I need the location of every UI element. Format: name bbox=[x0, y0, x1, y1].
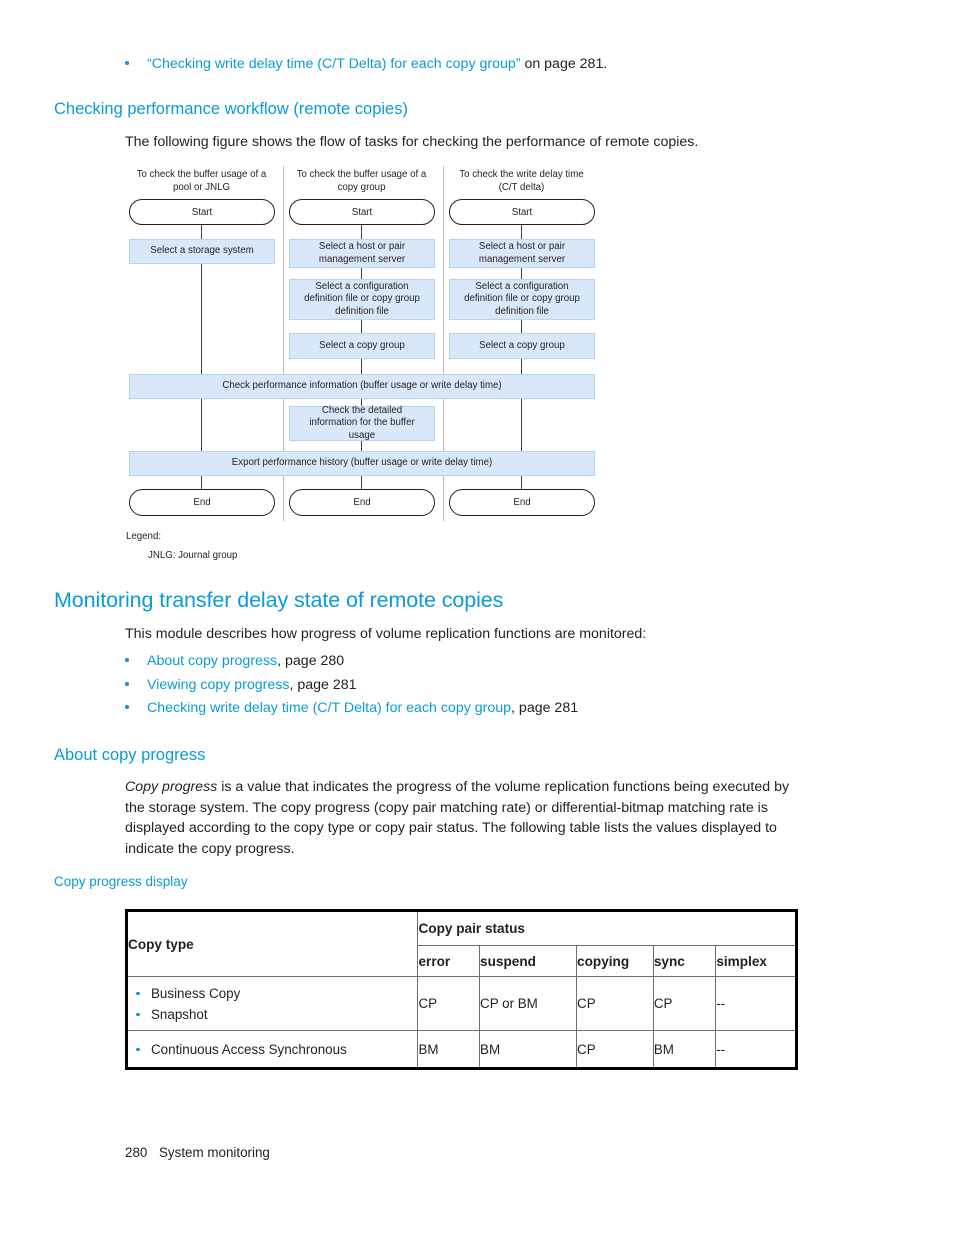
copy-progress-description: is a value that indicates the progress o… bbox=[125, 779, 790, 857]
flowchart-connector-col1-f bbox=[201, 476, 203, 489]
flowchart-step-col1-select-storage-system: Select a storage system bbox=[129, 239, 275, 264]
list-item: Snapshot bbox=[128, 1004, 417, 1025]
copy-progress-display-table: Copy type Copy pair status error suspend… bbox=[124, 909, 798, 1070]
cross-reference-suffix: on page 281. bbox=[520, 56, 608, 72]
link-checking-write-delay[interactable]: “Checking write delay time (C/T Delta) f… bbox=[147, 56, 521, 72]
table-row: Business Copy Snapshot CP CP or BM CP CP… bbox=[124, 976, 798, 1031]
link-page-suffix: , page 281 bbox=[511, 700, 579, 716]
link-about-copy-progress[interactable]: About copy progress bbox=[147, 653, 277, 669]
cross-reference-bullet: “Checking write delay time (C/T Delta) f… bbox=[125, 54, 607, 75]
flowchart-connector-col2-g bbox=[361, 476, 363, 489]
flowchart-column-3-title: To check the write delay time (C/T delta… bbox=[459, 169, 584, 193]
list-item: Continuous Access Synchronous bbox=[128, 1039, 417, 1060]
footer-page-number: 280 bbox=[125, 1145, 148, 1160]
copy-progress-term: Copy progress bbox=[125, 779, 218, 795]
table-subheader-error: error bbox=[417, 945, 481, 977]
flowchart-wide-bar-export-history: Export performance history (buffer usage… bbox=[129, 451, 595, 476]
flowchart-step-col2-check-detailed-info: Check the detailed information for the b… bbox=[289, 405, 435, 441]
flowchart-connector-col1-long bbox=[201, 264, 203, 374]
flowchart-connector-col2-f bbox=[361, 441, 363, 451]
flowchart-connector-col3-a bbox=[521, 225, 523, 239]
bullet-dot-icon bbox=[125, 705, 129, 709]
table-cell-sync: CP bbox=[652, 976, 717, 1031]
table-header-copy-type: Copy type bbox=[124, 909, 419, 977]
flowchart-connector-col2-a bbox=[361, 225, 363, 239]
page-footer: 280 System monitoring bbox=[125, 1145, 270, 1160]
flowchart-step-col2-select-config-file: Select a configuration definition file o… bbox=[289, 279, 435, 320]
table-cell-simplex: -- bbox=[715, 1030, 798, 1070]
table-cell-error: CP bbox=[417, 976, 481, 1031]
flowchart-step-col3-select-config-file: Select a configuration definition file o… bbox=[449, 279, 595, 320]
flowchart-step-col3-select-copy-group: Select a copy group bbox=[449, 333, 595, 359]
table-cell-suspend: CP or BM bbox=[479, 976, 578, 1031]
link-page-suffix: , page 281 bbox=[289, 677, 357, 693]
flowchart-connector-col2-d bbox=[361, 359, 363, 374]
table-subheader-simplex: simplex bbox=[715, 945, 798, 977]
table-caption-copy-progress-display: Copy progress display bbox=[54, 874, 188, 889]
flowchart-start-col3: Start bbox=[449, 199, 595, 225]
table-cell-error: BM bbox=[417, 1030, 481, 1070]
table-cell-copying: CP bbox=[576, 976, 654, 1031]
table-cell-suspend: BM bbox=[479, 1030, 578, 1070]
flowchart-connector-col3-d bbox=[521, 359, 523, 374]
flowchart-connector-col3-f bbox=[521, 476, 523, 489]
table-cell-copy-type-group-1: Business Copy Snapshot bbox=[124, 976, 419, 1031]
monitoring-link-bullet-1: About copy progress, page 280 bbox=[125, 651, 344, 672]
link-viewing-copy-progress[interactable]: Viewing copy progress bbox=[147, 677, 289, 693]
about-copy-progress-paragraph: Copy progress is a value that indicates … bbox=[125, 777, 801, 859]
flowchart-connector-col3-c bbox=[521, 320, 523, 333]
table-header-copy-pair-status: Copy pair status bbox=[417, 909, 798, 946]
flowchart-wide-bar-check-performance: Check performance information (buffer us… bbox=[129, 374, 595, 399]
table-subheader-sync: sync bbox=[652, 945, 717, 977]
table-cell-copying: CP bbox=[576, 1030, 654, 1070]
heading-checking-performance-workflow: Checking performance workflow (remote co… bbox=[54, 100, 408, 118]
document-page: “Checking write delay time (C/T Delta) f… bbox=[0, 0, 954, 1235]
monitoring-link-bullet-3: Checking write delay time (C/T Delta) fo… bbox=[125, 698, 578, 719]
list-item: Business Copy bbox=[128, 983, 417, 1004]
table-row: Continuous Access Synchronous BM BM CP B… bbox=[124, 1030, 798, 1070]
bullet-dot-icon bbox=[125, 61, 129, 65]
flowchart-connector-col2-b bbox=[361, 268, 363, 279]
bullet-dot-icon bbox=[125, 658, 129, 662]
flowchart-connector-col3-e bbox=[521, 399, 523, 451]
heading-about-copy-progress: About copy progress bbox=[54, 746, 206, 764]
flowchart-column-1-title: To check the buffer usage of a pool or J… bbox=[136, 169, 267, 193]
link-page-suffix: , page 280 bbox=[277, 653, 345, 669]
table-header-row-group: Copy type Copy pair status bbox=[124, 909, 798, 977]
heading-monitoring-transfer-delay: Monitoring transfer delay state of remot… bbox=[54, 588, 504, 612]
table-cell-sync: BM bbox=[652, 1030, 717, 1070]
flowchart-step-col2-select-host: Select a host or pair management server bbox=[289, 239, 435, 268]
flowchart-end-col2: End bbox=[289, 489, 435, 516]
flowchart-connector-col3-b bbox=[521, 268, 523, 279]
monitoring-link-bullet-2: Viewing copy progress, page 281 bbox=[125, 675, 357, 696]
bullet-dot-icon bbox=[125, 682, 129, 686]
footer-chapter-name: System monitoring bbox=[159, 1145, 270, 1160]
workflow-intro-paragraph: The following figure shows the flow of t… bbox=[125, 134, 699, 150]
flowchart-start-col1: Start bbox=[129, 199, 275, 225]
table-cell-copy-type-group-2: Continuous Access Synchronous bbox=[124, 1030, 419, 1070]
flowchart-legend-entry-jnlg: JNLG: Journal group bbox=[148, 550, 238, 561]
flowchart-legend-title: Legend: bbox=[126, 531, 162, 542]
link-checking-write-delay-time[interactable]: Checking write delay time (C/T Delta) fo… bbox=[147, 700, 511, 716]
table-subheader-copying: copying bbox=[576, 945, 654, 977]
flowchart-connector-col1-a bbox=[201, 225, 203, 239]
flowchart-end-col3: End bbox=[449, 489, 595, 516]
table-cell-simplex: -- bbox=[715, 976, 798, 1031]
flowchart-step-col2-select-copy-group: Select a copy group bbox=[289, 333, 435, 359]
table-subheader-suspend: suspend bbox=[479, 945, 578, 977]
flowchart-column-2-title: To check the buffer usage of a copy grou… bbox=[296, 169, 427, 193]
flowchart-start-col2: Start bbox=[289, 199, 435, 225]
flowchart-end-col1: End bbox=[129, 489, 275, 516]
flowchart-step-col3-select-host: Select a host or pair management server bbox=[449, 239, 595, 268]
flowchart-connector-col1-e bbox=[201, 399, 203, 451]
flowchart-connector-col2-c bbox=[361, 320, 363, 333]
monitoring-intro-paragraph: This module describes how progress of vo… bbox=[125, 626, 647, 642]
